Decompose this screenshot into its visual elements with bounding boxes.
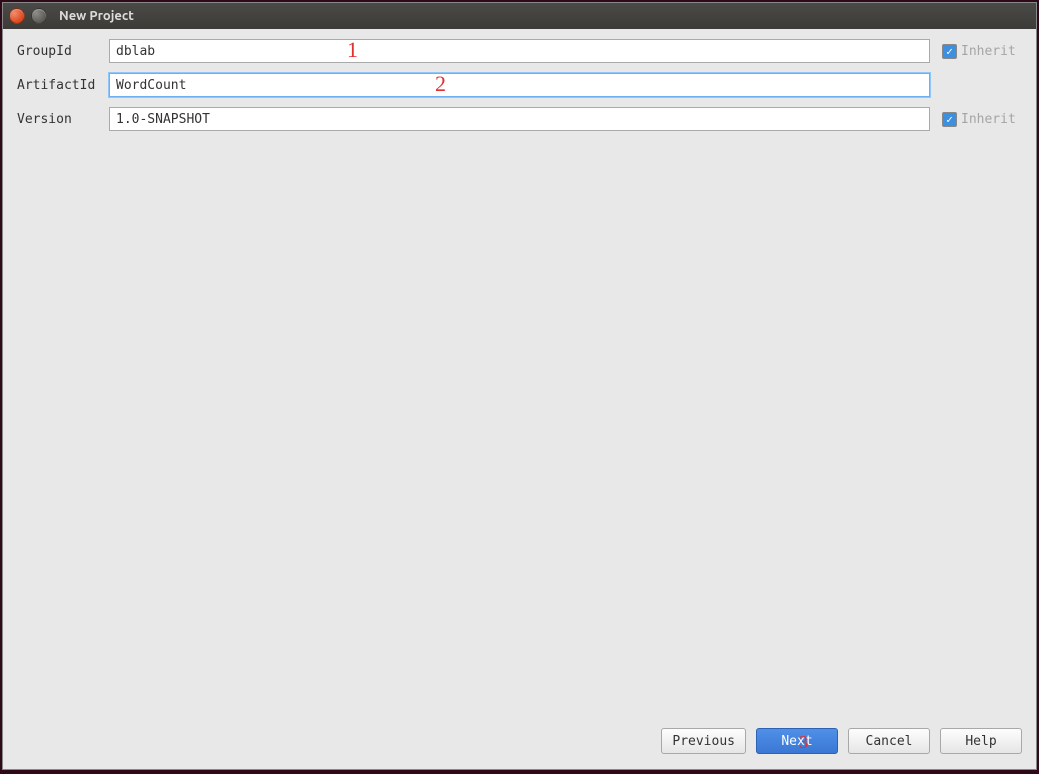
- close-icon[interactable]: [9, 8, 25, 24]
- version-inherit-label: Inherit: [961, 112, 1016, 127]
- artifactid-label: ArtifactId: [17, 78, 103, 93]
- artifactid-input[interactable]: [109, 73, 930, 97]
- minimize-icon[interactable]: [31, 8, 47, 24]
- groupid-inherit[interactable]: ✓ Inherit: [936, 44, 1022, 59]
- groupid-label: GroupId: [17, 44, 103, 59]
- checkbox-checked-icon[interactable]: ✓: [942, 44, 957, 59]
- version-inherit[interactable]: ✓ Inherit: [936, 112, 1022, 127]
- artifactid-row: ArtifactId ✓X 2: [17, 73, 1022, 97]
- next-button[interactable]: Next 3: [756, 728, 838, 754]
- previous-button[interactable]: Previous: [661, 728, 746, 754]
- version-row: Version ✓ Inherit: [17, 107, 1022, 131]
- help-button[interactable]: Help: [940, 728, 1022, 754]
- version-label: Version: [17, 112, 103, 127]
- titlebar: New Project: [3, 3, 1036, 29]
- groupid-row: GroupId ✓ Inherit 1: [17, 39, 1022, 63]
- next-button-label: Next: [781, 734, 812, 749]
- dialog-footer: Previous Next 3 Cancel Help: [3, 723, 1036, 769]
- dialog-window: New Project GroupId ✓ Inherit 1 Artifact…: [2, 2, 1037, 770]
- cancel-button[interactable]: Cancel: [848, 728, 930, 754]
- dialog-content: GroupId ✓ Inherit 1 ArtifactId ✓X 2 Vers…: [3, 29, 1036, 723]
- window-title: New Project: [59, 9, 134, 23]
- groupid-input[interactable]: [109, 39, 930, 63]
- groupid-inherit-label: Inherit: [961, 44, 1016, 59]
- checkbox-checked-icon[interactable]: ✓: [942, 112, 957, 127]
- version-input[interactable]: [109, 107, 930, 131]
